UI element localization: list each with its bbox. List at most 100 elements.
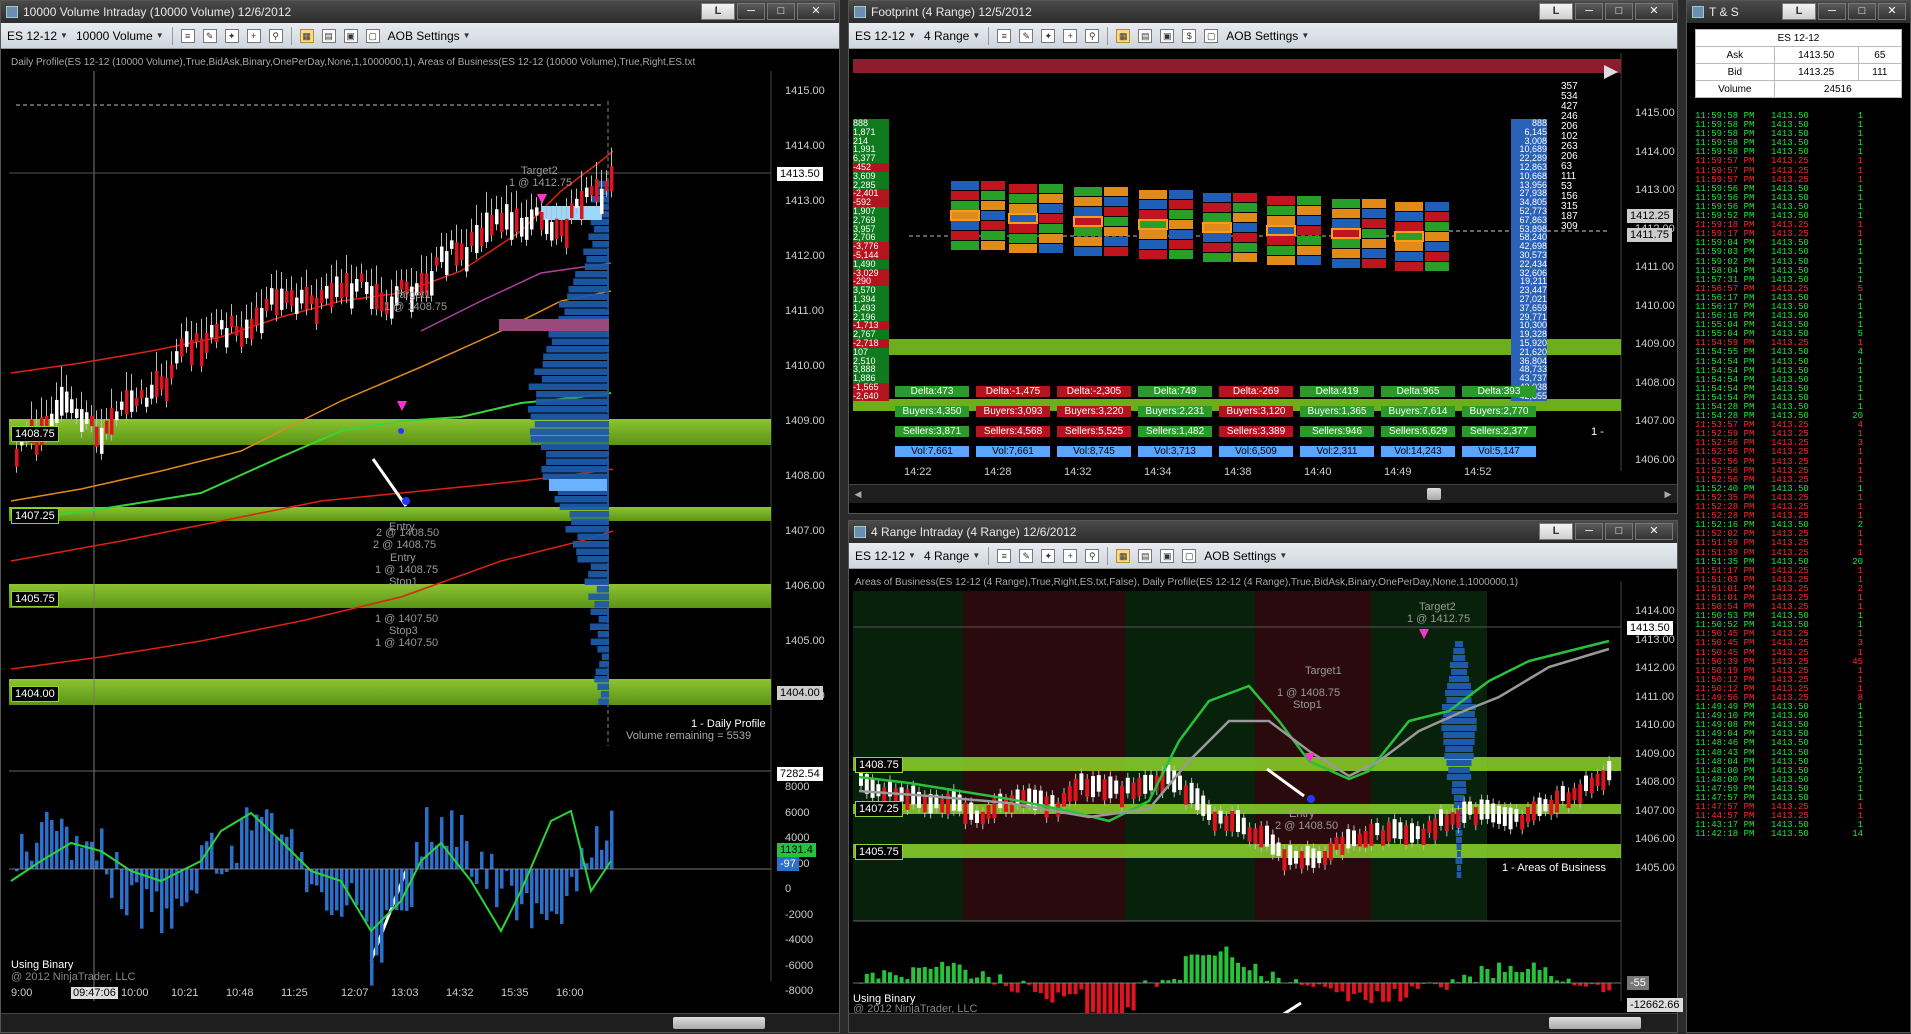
maximize-button[interactable]: □	[1848, 3, 1876, 20]
candle	[1393, 819, 1397, 838]
minimize-button[interactable]: ─	[1818, 3, 1846, 20]
ts-titlebar[interactable]: T & S L ─ □ ✕	[1687, 1, 1910, 23]
profile-bar	[542, 376, 609, 383]
price-axis-label: 1408.00	[785, 470, 825, 482]
osc-bar	[1219, 951, 1223, 983]
candle	[1590, 778, 1594, 794]
footprint-cell	[1169, 190, 1193, 199]
osc-bar	[75, 836, 79, 869]
footprint-chart[interactable]	[849, 1, 1679, 515]
osc-bar	[1555, 980, 1559, 983]
scroll-thumb[interactable]	[673, 1017, 765, 1029]
profile-bar	[1456, 837, 1462, 843]
profile-bar	[552, 339, 609, 346]
footprint-cell	[1267, 246, 1295, 255]
osc-bar	[95, 860, 99, 869]
footprint-cell	[1362, 219, 1386, 228]
candle	[580, 191, 584, 219]
ts-cell: 1	[1823, 239, 1863, 248]
ts-cell: 1	[1823, 594, 1863, 603]
ts-cell: 1	[1823, 712, 1863, 721]
footprint-cell	[1233, 253, 1257, 262]
osc-bar	[1201, 955, 1205, 983]
candle	[1091, 776, 1095, 797]
candle	[15, 449, 19, 467]
horizontal-scrollbar[interactable]: ◀ ▶	[849, 484, 1677, 503]
osc-bar	[480, 852, 484, 869]
ts-cell: 1	[1823, 303, 1863, 312]
scroll-left-arrow[interactable]: ◀	[851, 486, 865, 502]
candle	[235, 326, 239, 336]
candle	[355, 279, 359, 292]
candle	[470, 232, 474, 246]
candle	[1306, 846, 1310, 866]
volume-price-chart[interactable]	[1, 1, 841, 1034]
horizontal-scrollbar[interactable]	[849, 1013, 1677, 1032]
osc-bar	[60, 819, 64, 869]
candle	[1340, 837, 1344, 855]
candle	[95, 427, 99, 447]
ts-title: T & S	[1709, 5, 1739, 19]
candle	[1288, 845, 1292, 865]
price-tag-1411-75: 1411.75	[1627, 228, 1672, 242]
footprint-cell	[1425, 202, 1449, 211]
osc-bar	[85, 841, 89, 869]
candle	[110, 408, 114, 435]
osc-bar	[180, 869, 184, 906]
profile-bar	[559, 301, 609, 308]
scroll-thumb[interactable]	[1549, 1017, 1641, 1029]
profile-bar	[577, 556, 609, 563]
horizontal-scrollbar[interactable]	[1, 1013, 839, 1032]
candle	[1114, 781, 1118, 794]
time-axis-label: 14:40	[1304, 466, 1332, 478]
price-axis-label: 1414.00	[1635, 146, 1675, 158]
osc-bar	[1572, 983, 1576, 985]
footprint-cell	[1039, 184, 1063, 193]
candle	[590, 186, 594, 195]
profile-bar	[1443, 739, 1474, 745]
candle	[545, 219, 549, 234]
ts-cell: 1	[1823, 294, 1863, 303]
osc-bar	[1607, 983, 1611, 990]
footprint-cell	[1074, 197, 1102, 206]
candle	[1317, 851, 1321, 863]
candle	[1503, 807, 1507, 826]
osc-bar	[285, 837, 289, 869]
ts-trade-row[interactable]: 11:42:18 PM1413.5014	[1695, 830, 1902, 839]
candle	[1578, 784, 1582, 803]
candle	[315, 298, 319, 324]
entry3-label: Entry	[390, 552, 416, 564]
link-button[interactable]: L	[1782, 3, 1816, 20]
ts-cell: 1	[1823, 530, 1863, 539]
osc-bar	[1462, 975, 1466, 983]
range-price-chart[interactable]	[849, 521, 1679, 1034]
osc-bar	[940, 962, 944, 983]
scroll-thumb[interactable]	[1427, 488, 1441, 500]
osc-bar	[475, 869, 479, 884]
osc-bar	[1381, 983, 1385, 1002]
osc-bar	[882, 970, 886, 983]
osc-bar	[1549, 976, 1553, 983]
ts-cell: 1	[1823, 167, 1863, 176]
footprint-cell	[1395, 262, 1423, 271]
osc-bar	[215, 869, 219, 874]
footprint-cell	[1009, 234, 1037, 243]
ts-trade-list[interactable]: 11:59:58 PM1413.50111:59:58 PM1413.50111…	[1695, 112, 1902, 1028]
osc-bar	[905, 979, 909, 983]
stat-volume: Vol:3,713	[1138, 446, 1212, 457]
osc-bar	[1050, 983, 1054, 1002]
aob-zone-1404	[9, 679, 771, 705]
footprint-cell	[951, 181, 979, 190]
footprint-cell	[1395, 212, 1423, 221]
osc-bar	[230, 846, 234, 869]
ts-cell: 1	[1823, 185, 1863, 194]
scroll-right-arrow[interactable]: ▶	[1661, 486, 1675, 502]
target1-label: Target1	[1305, 665, 1342, 677]
candle	[175, 351, 179, 363]
close-button[interactable]: ✕	[1878, 3, 1906, 20]
candle	[65, 392, 69, 413]
profile-bar	[571, 519, 609, 526]
stat-volume: Vol:5,147	[1462, 446, 1536, 457]
candle	[1068, 786, 1072, 801]
profile-bar	[575, 271, 609, 278]
